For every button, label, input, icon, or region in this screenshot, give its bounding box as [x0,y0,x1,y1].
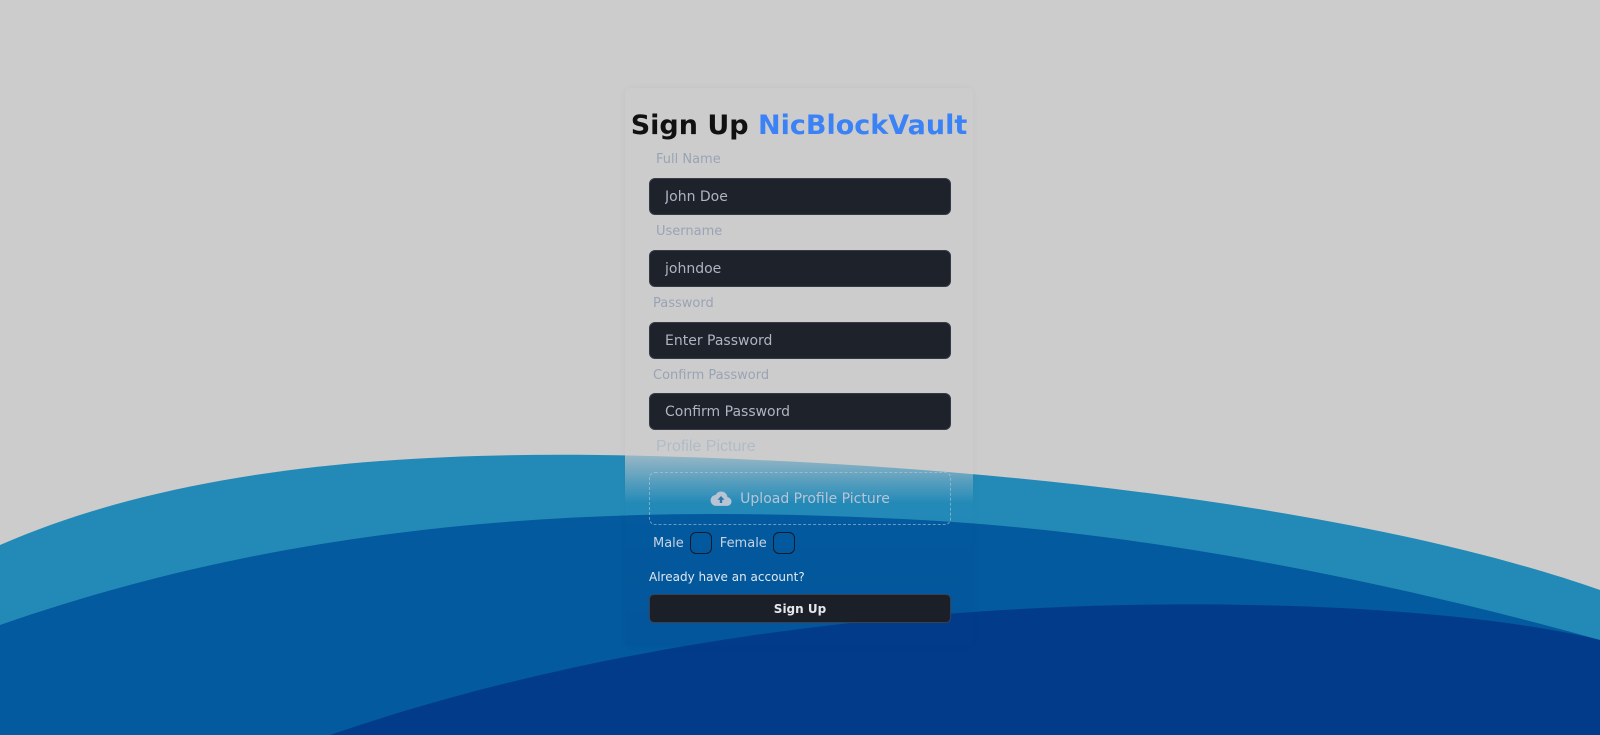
username-input[interactable] [649,250,951,287]
confirm-password-label: Confirm Password [653,368,770,383]
upload-profile-picture-button[interactable]: Upload Profile Picture [649,472,951,525]
username-label: Username [656,224,723,239]
password-input[interactable] [649,322,951,359]
confirm-password-input[interactable] [649,393,951,430]
female-label: Female [719,535,767,551]
full-name-input[interactable] [649,178,951,215]
upload-label: Upload Profile Picture [740,490,890,507]
signup-card: Sign Up NicBlockVault Full Name Username… [625,88,973,646]
male-label: Male [653,535,684,551]
login-link[interactable]: Already have an account? [649,570,805,584]
profile-picture-label: Profile Picture [656,438,756,455]
full-name-label: Full Name [656,152,721,167]
title-prefix: Sign Up [630,110,749,141]
cloud-upload-icon [710,491,732,507]
password-label: Password [653,296,714,311]
title-brand: NicBlockVault [758,110,968,141]
gender-selector: Male Female [653,532,803,554]
page-title: Sign Up NicBlockVault [625,110,973,141]
female-checkbox[interactable] [772,532,795,554]
signup-button[interactable]: Sign Up [649,594,951,623]
male-checkbox[interactable] [689,532,712,554]
